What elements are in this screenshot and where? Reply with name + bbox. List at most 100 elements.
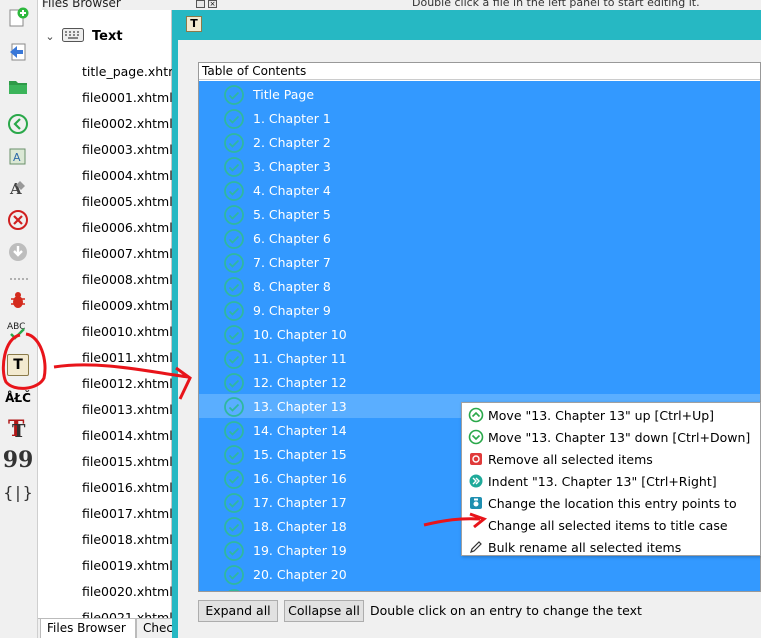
restore-icon[interactable] (196, 0, 205, 8)
toc-entry-label: 7. Chapter 7 (253, 255, 331, 270)
files-browser-panel: Files Browser ⌄ Text title_page.xhtmlfil… (38, 0, 184, 638)
toc-entry[interactable]: Title Page (199, 82, 760, 106)
file-item[interactable]: file0014.xhtml (82, 428, 173, 443)
panel-tabs: Files Browser Chec (38, 618, 176, 638)
file-item[interactable]: file0003.xhtml (82, 142, 173, 157)
dialog-icon: T (186, 16, 202, 32)
location-icon (468, 495, 484, 514)
file-item[interactable]: file0008.xhtml (82, 272, 173, 287)
toc-entry-label: 11. Chapter 11 (253, 351, 347, 366)
toc-entry-label: 18. Chapter 18 (253, 519, 347, 534)
file-item[interactable]: file0012.xhtml (82, 376, 173, 391)
context-menu-label: Change all selected items to title case (488, 518, 728, 533)
left-toolbar: A A ABC T ÅŁČ TT 99 {|} (0, 0, 38, 638)
bug-icon[interactable] (5, 288, 31, 312)
toc-entry-label: 14. Chapter 14 (253, 423, 347, 438)
remove-icon (468, 451, 484, 470)
toc-entry[interactable]: 12. Chapter 12 (199, 370, 760, 394)
file-item[interactable]: file0010.xhtml (82, 324, 173, 339)
move-up-icon (468, 407, 484, 426)
toc-entry[interactable]: 10. Chapter 10 (199, 322, 760, 346)
file-item[interactable]: file0018.xhtml (82, 532, 173, 547)
toc-entry[interactable]: 9. Chapter 9 (199, 298, 760, 322)
toc-entry[interactable]: 7. Chapter 7 (199, 250, 760, 274)
context-menu: Move "13. Chapter 13" up [Ctrl+Up] Move "… (461, 402, 761, 556)
download-icon[interactable] (5, 240, 31, 264)
tab-check[interactable]: Chec (136, 619, 176, 638)
toc-entry-label: 5. Chapter 5 (253, 207, 331, 222)
toc-entry-label: 3. Chapter 3 (253, 159, 331, 174)
expand-all-button[interactable]: Expand all (198, 600, 278, 622)
toc-entry[interactable]: 20. Chapter 20 (199, 562, 760, 586)
toc-entry-label: 6. Chapter 6 (253, 231, 331, 246)
toc-tool-icon[interactable]: T (5, 352, 31, 378)
context-menu-label: Move "13. Chapter 13" down [Ctrl+Down] (488, 430, 751, 445)
toc-entry-label: 8. Chapter 8 (253, 279, 331, 294)
toc-entry[interactable]: 3. Chapter 3 (199, 154, 760, 178)
close-icon[interactable]: × (208, 0, 217, 8)
collapse-all-button[interactable]: Collapse all (284, 600, 364, 622)
toc-entry-partial (199, 586, 760, 591)
check-circle-icon (223, 588, 245, 591)
code-braces-icon[interactable]: {|} (3, 480, 33, 504)
files-browser-title: Files Browser (42, 0, 172, 10)
file-item[interactable]: file0015.xhtml (82, 454, 173, 469)
import-icon[interactable] (5, 40, 31, 64)
context-menu-item[interactable]: Indent "13. Chapter 13" [Ctrl+Right] (462, 470, 760, 492)
context-menu-label: Move "13. Chapter 13" up [Ctrl+Up] (488, 408, 715, 423)
quote-icon[interactable]: 99 (3, 448, 34, 472)
file-item[interactable]: file0007.xhtml (82, 246, 173, 261)
toc-entry-label: 13. Chapter 13 (253, 399, 347, 414)
open-folder-icon[interactable] (5, 74, 31, 98)
toc-entry[interactable]: 5. Chapter 5 (199, 202, 760, 226)
back-icon[interactable] (5, 112, 31, 136)
context-menu-item[interactable]: Remove all selected items (462, 448, 760, 470)
toc-entry[interactable]: 1. Chapter 1 (199, 106, 760, 130)
toc-entry-label: 12. Chapter 12 (253, 375, 347, 390)
file-item[interactable]: file0019.xhtml (82, 558, 173, 573)
toc-entry[interactable]: 2. Chapter 2 (199, 130, 760, 154)
toc-entry[interactable]: 4. Chapter 4 (199, 178, 760, 202)
text-group-header[interactable]: ⌄ Text (38, 24, 172, 48)
file-item[interactable]: file0009.xhtml (82, 298, 173, 313)
context-menu-item[interactable]: Bulk rename all selected items (462, 536, 760, 558)
file-item[interactable]: title_page.xhtml (82, 64, 184, 79)
special-chars-icon[interactable]: ÅŁČ (5, 386, 31, 410)
chevron-down-icon[interactable]: ⌄ (40, 30, 60, 43)
context-menu-item[interactable]: Change all selected items to title case (462, 514, 760, 536)
add-file-icon[interactable] (5, 6, 31, 30)
context-menu-item[interactable]: Change the location this entry points to (462, 492, 760, 514)
context-menu-item[interactable]: Move "13. Chapter 13" up [Ctrl+Up] (462, 404, 760, 426)
toc-entry[interactable]: 11. Chapter 11 (199, 346, 760, 370)
file-item[interactable]: file0001.xhtml (82, 90, 173, 105)
toc-entry-label: 2. Chapter 2 (253, 135, 331, 150)
svg-text:T: T (12, 421, 26, 440)
context-menu-label: Indent "13. Chapter 13" [Ctrl+Right] (488, 474, 717, 489)
code-braces-label: {|} (3, 482, 33, 502)
toc-entry-label: 9. Chapter 9 (253, 303, 331, 318)
edit-icon[interactable]: A (5, 176, 31, 200)
toc-entry[interactable]: 8. Chapter 8 (199, 274, 760, 298)
file-item[interactable]: file0016.xhtml (82, 480, 173, 495)
spell-check-icon[interactable]: ABC (5, 318, 31, 342)
file-item[interactable]: file0004.xhtml (82, 168, 173, 183)
editor-top-strip: × Double click a file in the left panel … (172, 0, 761, 10)
file-item[interactable]: file0006.xhtml (82, 220, 173, 235)
file-item[interactable]: file0013.xhtml (82, 402, 173, 417)
toolbar-separator (10, 278, 28, 280)
rename-icon[interactable]: A (5, 144, 31, 168)
toc-entry[interactable]: 6. Chapter 6 (199, 226, 760, 250)
file-item[interactable]: file0017.xhtml (82, 506, 173, 521)
context-menu-label: Change the location this entry points to (488, 496, 737, 511)
toc-entry-label: 20. Chapter 20 (253, 567, 347, 582)
file-item[interactable]: file0002.xhtml (82, 116, 173, 131)
font-icon[interactable]: TT (5, 416, 31, 440)
tab-files-browser[interactable]: Files Browser (40, 619, 136, 638)
toc-entry-label: 19. Chapter 19 (253, 543, 347, 558)
context-menu-label: Bulk rename all selected items (488, 540, 682, 555)
file-item[interactable]: file0011.xhtml (82, 350, 173, 365)
delete-icon[interactable] (5, 208, 31, 232)
file-item[interactable]: file0005.xhtml (82, 194, 173, 209)
context-menu-item[interactable]: Move "13. Chapter 13" down [Ctrl+Down] (462, 426, 760, 448)
file-item[interactable]: file0020.xhtml (82, 584, 173, 599)
